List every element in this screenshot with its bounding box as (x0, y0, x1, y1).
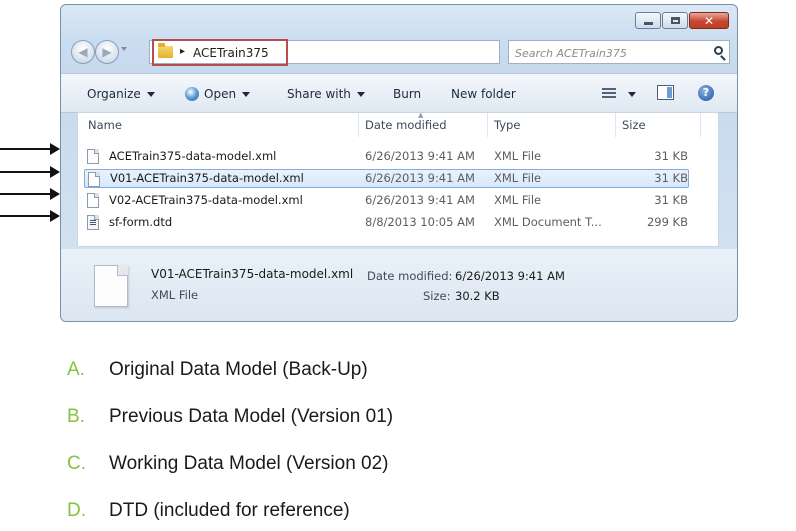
file-list: Name ▲ Date modified Type Size ACETrain3… (77, 111, 719, 247)
legend-letter: C. (67, 453, 86, 474)
file-name: ACETrain375-data-model.xml (109, 149, 277, 163)
details-date-label: Date modified: (367, 269, 453, 283)
large-file-icon (94, 265, 128, 307)
arrow-pointer (0, 188, 60, 200)
share-with-label: Share with (287, 87, 351, 101)
view-options-dropdown[interactable] (628, 92, 636, 97)
search-box[interactable] (508, 40, 730, 64)
back-arrow-icon: ◀ (78, 45, 88, 59)
maximize-icon (670, 17, 680, 24)
file-date: 6/26/2013 9:41 AM (365, 149, 475, 163)
file-date: 6/26/2013 9:41 AM (365, 193, 475, 207)
navigation-bar: ◀ ▶ ▸ ACETrain375 ⇆ (69, 39, 730, 66)
open-label: Open (204, 87, 237, 101)
dtd-file-icon (87, 215, 99, 230)
chevron-down-icon (356, 92, 365, 97)
organize-label: Organize (87, 87, 141, 101)
file-type: XML Document T... (494, 215, 602, 229)
xml-file-icon (88, 172, 100, 187)
file-row[interactable]: sf-form.dtd 8/8/2013 10:05 AM XML Docume… (84, 213, 689, 232)
details-size-value: 30.2 KB (455, 289, 500, 303)
legend-text: Working Data Model (Version 02) (109, 453, 389, 474)
details-date-value: 6/26/2013 9:41 AM (455, 269, 565, 283)
legend-item-a: A. Original Data Model (Back-Up) (67, 358, 368, 382)
recent-pages-dropdown[interactable] (121, 47, 127, 51)
change-view-icon[interactable] (602, 88, 616, 98)
search-icon[interactable] (714, 46, 723, 55)
column-divider[interactable] (700, 113, 701, 137)
file-date: 8/8/2013 10:05 AM (365, 215, 475, 229)
legend-letter: A. (67, 359, 85, 380)
explorer-window: ✕ ◀ ▶ ▸ ACETrain375 ⇆ Organize Open Shar… (60, 4, 738, 322)
file-type: XML File (494, 171, 542, 185)
column-header-name[interactable]: Name (88, 117, 122, 133)
column-header-type[interactable]: Type (494, 117, 520, 133)
back-button[interactable]: ◀ (71, 40, 95, 64)
file-row-selected[interactable]: V01-ACETrain375-data-model.xml 6/26/2013… (84, 169, 689, 188)
arrow-pointer (0, 210, 60, 222)
window-caption-buttons: ✕ (635, 12, 729, 29)
file-size: 31 KB (654, 193, 688, 207)
file-name: V01-ACETrain375-data-model.xml (110, 171, 304, 185)
column-divider[interactable] (358, 113, 359, 137)
new-folder-label: New folder (451, 87, 516, 101)
file-size: 31 KB (654, 171, 688, 185)
chevron-down-icon (146, 92, 155, 97)
column-header-size[interactable]: Size (622, 117, 646, 133)
burn-button[interactable]: Burn (393, 86, 421, 102)
command-bar: Organize Open Share with Burn New folder… (61, 73, 737, 113)
column-divider[interactable] (615, 113, 616, 137)
legend-item-d: D. DTD (included for reference) (67, 499, 350, 523)
file-name: V02-ACETrain375-data-model.xml (109, 193, 303, 207)
file-type: XML File (494, 193, 542, 207)
forward-button[interactable]: ▶ (95, 40, 119, 64)
minimize-icon (643, 22, 653, 25)
xml-file-icon (87, 193, 99, 208)
legend-text: Previous Data Model (Version 01) (109, 406, 394, 427)
help-icon[interactable]: ? (698, 85, 714, 101)
file-row[interactable]: V02-ACETrain375-data-model.xml 6/26/2013… (84, 191, 689, 210)
details-size-label: Size: (423, 289, 451, 303)
preview-pane-icon[interactable] (657, 85, 674, 100)
address-highlight-box (152, 39, 288, 66)
search-input[interactable] (513, 43, 701, 63)
browser-icon (185, 87, 199, 101)
column-divider[interactable] (487, 113, 488, 137)
share-with-button[interactable]: Share with (287, 86, 365, 102)
file-size: 31 KB (654, 149, 688, 163)
minimize-button[interactable] (635, 12, 661, 29)
legend-item-c: C. Working Data Model (Version 02) (67, 452, 389, 476)
close-button[interactable]: ✕ (689, 12, 729, 29)
column-header-date-modified[interactable]: Date modified (365, 117, 447, 133)
arrow-pointer (0, 166, 60, 178)
xml-file-icon (87, 149, 99, 164)
file-name: sf-form.dtd (109, 215, 173, 229)
file-type: XML File (494, 149, 542, 163)
file-date: 6/26/2013 9:41 AM (365, 171, 475, 185)
close-icon: ✕ (703, 13, 715, 28)
forward-arrow-icon: ▶ (102, 45, 112, 59)
details-file-type: XML File (151, 288, 199, 302)
chevron-down-icon (242, 92, 251, 97)
legend-item-b: B. Previous Data Model (Version 01) (67, 405, 393, 429)
address-bar[interactable]: ▸ ACETrain375 ⇆ (149, 39, 575, 66)
legend-letter: D. (67, 500, 86, 521)
burn-label: Burn (393, 87, 422, 101)
legend-letter: B. (67, 406, 85, 427)
column-headers: Name ▲ Date modified Type Size (78, 111, 718, 137)
legend-text: DTD (included for reference) (109, 500, 350, 521)
organize-button[interactable]: Organize (87, 86, 155, 102)
details-file-name: V01-ACETrain375-data-model.xml (151, 267, 354, 281)
arrow-pointer (0, 143, 60, 155)
file-row[interactable]: ACETrain375-data-model.xml 6/26/2013 9:4… (84, 147, 689, 166)
maximize-button[interactable] (662, 12, 688, 29)
file-size: 299 KB (646, 215, 688, 229)
open-button[interactable]: Open (185, 86, 251, 102)
legend-text: Original Data Model (Back-Up) (109, 359, 368, 380)
details-pane: V01-ACETrain375-data-model.xml XML File … (61, 249, 737, 321)
new-folder-button[interactable]: New folder (451, 86, 516, 102)
